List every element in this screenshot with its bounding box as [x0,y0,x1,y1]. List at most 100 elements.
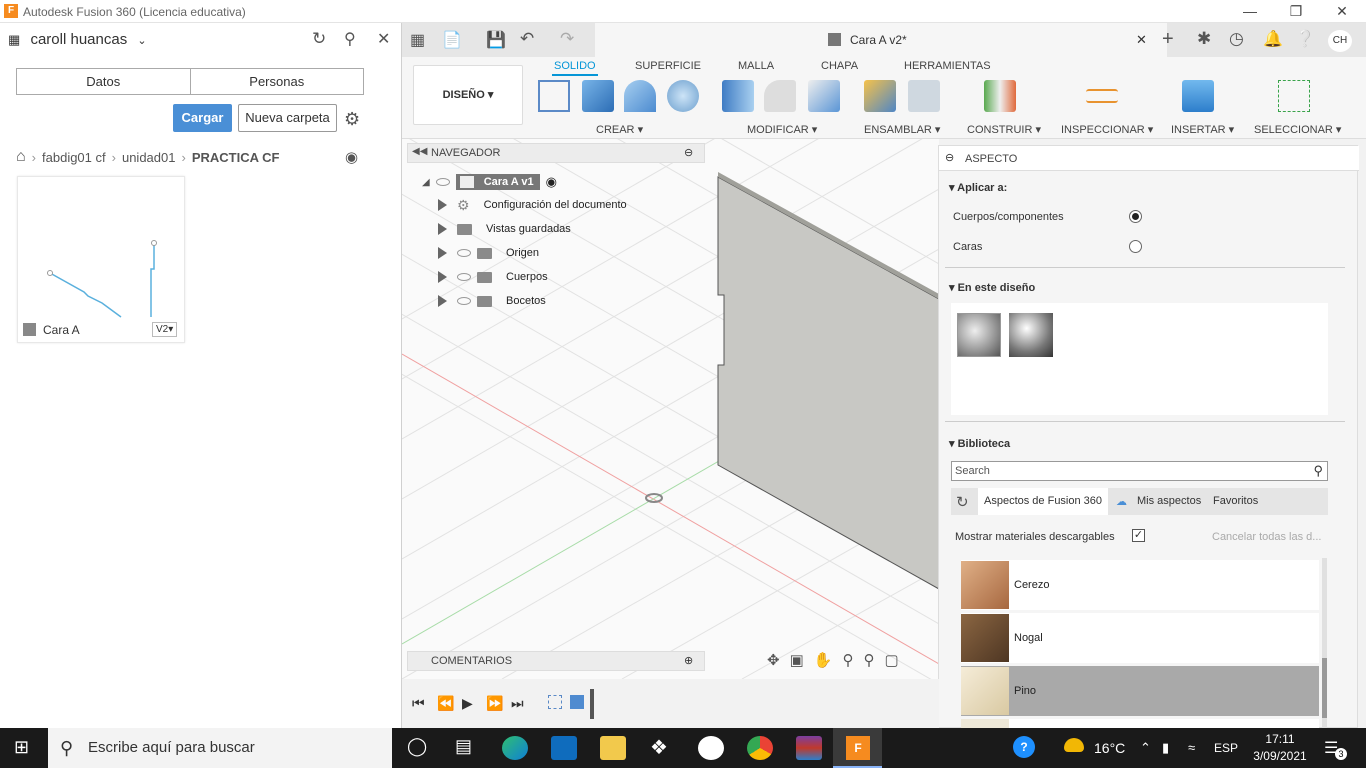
mail-icon[interactable] [551,736,577,760]
sketch-feature-icon[interactable] [548,695,562,709]
version-badge[interactable]: V2▾ [152,322,178,337]
chevron-up-icon[interactable]: ⌃ [1140,728,1151,768]
fillet-icon[interactable] [764,80,796,112]
job-status-icon[interactable]: ◷ [1229,29,1244,49]
minus-circle-icon[interactable]: ⊖ [945,151,954,164]
tree-root[interactable]: ◢ Cara A v1 ◉ [422,171,712,193]
group-construir[interactable]: CONSTRUIR ▾ [967,123,1041,136]
close-panel-icon[interactable]: ✕ [377,29,390,49]
show-downloadable-checkbox[interactable]: ✓ [1132,529,1145,542]
search-icon[interactable]: ⚲ [344,29,356,49]
sketch-icon[interactable] [538,80,570,112]
expand-icon[interactable] [438,199,447,211]
refresh-icon[interactable]: ↻ [956,493,969,511]
minimize-icon[interactable]: — [1227,0,1273,23]
collapse-left-icon[interactable]: ◀◀ [412,146,427,157]
close-tab-icon[interactable]: ✕ [1136,32,1147,48]
appearance-swatch[interactable] [957,313,1001,357]
windows-start-icon[interactable]: ⊞ [14,737,29,758]
tab-fusion-appearances[interactable]: Aspectos de Fusion 360 [978,488,1109,515]
apply-to-heading[interactable]: ▾ Aplicar a: [949,181,1007,194]
group-seleccionar[interactable]: SELECCIONAR ▾ [1254,123,1341,136]
play-icon[interactable]: ▶ [462,695,473,712]
tab-chapa[interactable]: CHAPA [821,60,858,72]
home-icon[interactable]: ⌂ [16,148,26,166]
group-modificar[interactable]: MODIFICAR ▾ [747,123,817,136]
tree-item[interactable]: ⚙ Configuración del documento [438,193,712,217]
pan-icon[interactable]: ✋ [814,651,833,669]
file-menu-icon[interactable]: 📄 [442,30,462,50]
clock-date[interactable]: 3/09/2021 [1250,749,1310,763]
edge-icon[interactable] [502,736,528,760]
tab-my-appearances[interactable]: Mis aspectos [1137,495,1201,507]
expand-icon[interactable] [438,223,447,235]
save-icon[interactable]: 💾 [486,30,506,50]
grid-menu-icon[interactable]: ▦ [410,30,425,50]
extrude-icon[interactable] [582,80,614,112]
next-frame-icon[interactable]: ⏩ [486,695,503,712]
winrar-icon[interactable] [796,736,822,760]
root-component[interactable]: Cara A v1 [455,174,540,190]
timeline-marker[interactable] [590,689,594,719]
tree-item[interactable]: Cuerpos [438,265,712,289]
radio-bodies[interactable] [1129,210,1142,223]
tab-datos[interactable]: Datos [17,69,190,94]
team-switcher[interactable]: ▦ caroll huancas ⌄ [8,31,147,48]
orbit-icon[interactable]: ✥ [767,651,780,669]
material-item[interactable]: Nogal [961,613,1319,663]
new-tab-icon[interactable]: + [1162,28,1174,51]
tree-item[interactable]: Bocetos [438,289,712,313]
cortana-icon[interactable]: ◯ [407,736,427,757]
clock-time[interactable]: 17:11 [1250,732,1310,746]
wifi-icon[interactable]: ≈ [1188,728,1195,768]
display-settings-icon[interactable]: ▢ [884,651,898,669]
redo-icon[interactable]: ↷ [560,29,574,49]
insert-image-icon[interactable] [1182,80,1214,112]
revolve-icon[interactable] [624,80,656,112]
hole-icon[interactable] [667,80,699,112]
gear-icon[interactable]: ⚙ [344,109,360,130]
fusion-taskbar-button[interactable]: F [833,728,882,768]
file-explorer-icon[interactable] [600,736,626,760]
expand-icon[interactable] [438,271,447,283]
navigator-header[interactable]: ◀◀ NAVEGADOR ⊖ [407,143,705,163]
expand-icon[interactable] [438,295,447,307]
globe-icon[interactable]: ◉ [345,148,358,166]
radio-faces[interactable] [1129,240,1142,253]
new-folder-button[interactable]: Nueva carpeta [238,104,337,132]
minus-circle-icon[interactable]: ⊖ [684,146,693,159]
document-tab[interactable]: Cara A v2* ✕ [595,23,1167,57]
tree-item[interactable]: Origen [438,241,712,265]
extensions-icon[interactable]: ✱ [1197,29,1211,49]
offset-plane-icon[interactable] [984,80,1016,112]
activate-radio-icon[interactable]: ◉ [546,174,557,190]
eye-icon[interactable] [457,273,471,281]
plus-circle-icon[interactable]: ⊕ [684,654,693,667]
extrude-feature-icon[interactable] [570,695,584,709]
search-icon[interactable]: ⚲ [1313,463,1323,479]
help-icon[interactable]: ❔ [1295,29,1315,49]
collapse-icon[interactable]: ◢ [422,177,430,188]
notifications-icon[interactable]: 🔔 [1263,29,1283,49]
measure-icon[interactable] [1086,89,1118,103]
task-view-icon[interactable]: ▤ [455,736,472,757]
library-search[interactable]: Search ⚲ [951,461,1328,481]
weather-icon[interactable] [1064,738,1084,752]
breadcrumb-item[interactable]: fabdig01 cf [42,150,106,165]
library-heading[interactable]: ▾ Biblioteca [949,437,1010,450]
select-icon[interactable] [1278,80,1310,112]
user-avatar[interactable]: CH [1328,30,1352,52]
tab-malla[interactable]: MALLA [738,60,774,72]
shell-icon[interactable] [808,80,840,112]
breadcrumb-item[interactable]: unidad01 [122,150,176,165]
first-frame-icon[interactable]: ⏮ [412,695,425,712]
app-icon[interactable] [698,736,724,760]
eye-icon[interactable] [457,297,471,305]
tab-personas[interactable]: Personas [189,69,364,94]
fit-icon[interactable]: ⚲ [863,651,874,669]
tree-item[interactable]: Vistas guardadas [438,217,712,241]
zoom-icon[interactable]: ⚲ [842,651,853,669]
temperature[interactable]: 16°C [1094,728,1125,768]
tab-superficie[interactable]: SUPERFICIE [635,60,701,72]
material-item-selected[interactable]: Pino [961,666,1319,716]
